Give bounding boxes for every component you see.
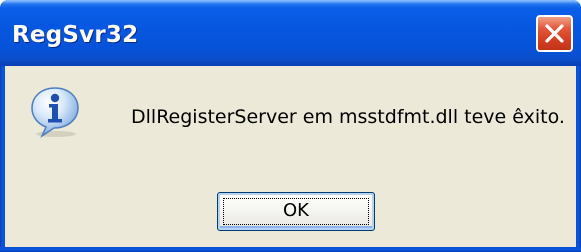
window-title: RegSvr32 [12, 22, 139, 48]
title-bar-highlight [0, 0, 581, 4]
dialog-body: DllRegisterServer em msstdfmt.dll teve ê… [5, 66, 576, 247]
ok-button[interactable]: OK [217, 192, 375, 231]
window-frame-right [576, 66, 581, 252]
close-icon [545, 24, 564, 43]
close-button[interactable] [536, 15, 573, 52]
info-icon [31, 87, 79, 139]
title-bar[interactable]: RegSvr32 [0, 0, 581, 66]
window-frame-bottom [0, 247, 581, 252]
ok-button-label: OK [283, 200, 309, 221]
dialog-message: DllRegisterServer em msstdfmt.dll teve ê… [131, 106, 565, 128]
dialog-window: RegSvr32 DllRegisterServer em msstdfmt.d… [0, 0, 581, 252]
